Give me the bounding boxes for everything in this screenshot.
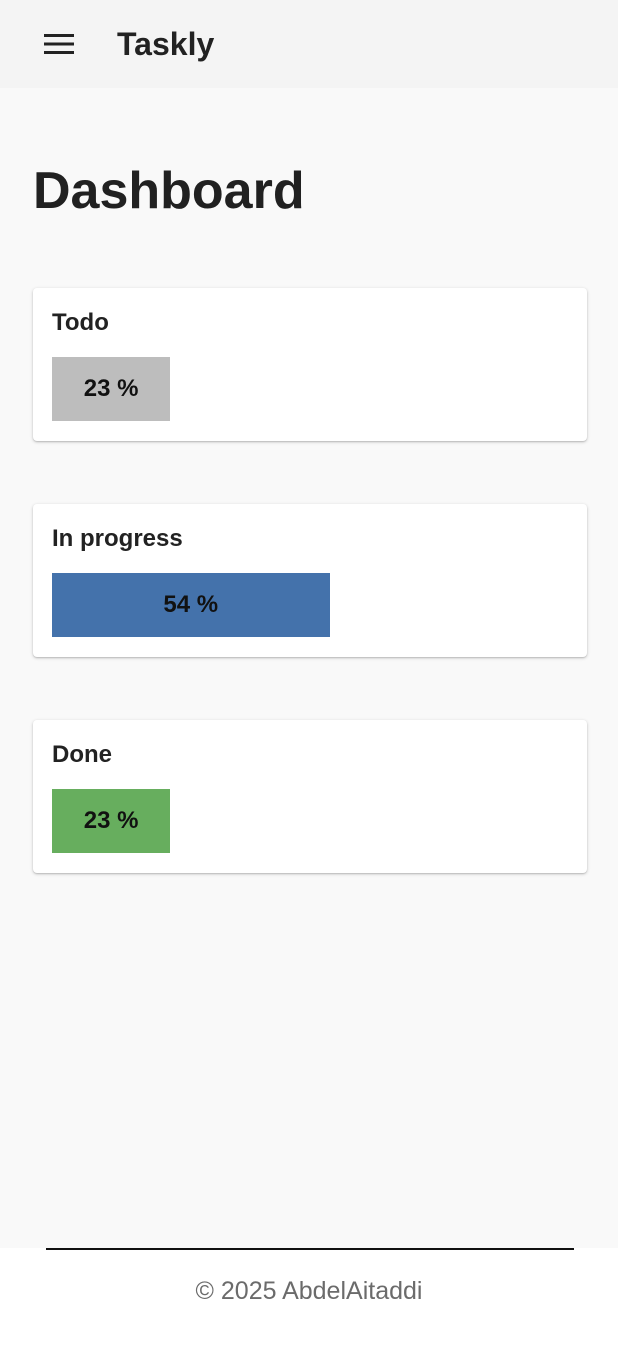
card-title: In progress — [52, 525, 183, 552]
progress-label: 54 % — [163, 591, 219, 618]
todo-progress-bar: 23 % — [52, 357, 171, 421]
done-card: Done 23 % — [33, 720, 587, 873]
in-progress-progress-bar: 54 % — [52, 573, 330, 637]
card-title: Done — [52, 741, 112, 768]
menu-icon — [44, 34, 74, 54]
done-progress-bar: 23 % — [52, 789, 171, 853]
progress-label: 23 % — [83, 807, 139, 834]
app-bar: Taskly — [0, 0, 618, 88]
app-title: Taskly — [117, 26, 215, 62]
progress-track: 23 % — [52, 789, 566, 853]
in-progress-card: In progress 54 % — [33, 504, 587, 657]
page-title: Dashboard — [33, 162, 305, 220]
progress-label: 23 % — [83, 375, 139, 402]
card-title: Todo — [52, 309, 109, 336]
progress-track: 23 % — [52, 357, 566, 421]
footer-divider — [46, 1248, 574, 1250]
footer: © 2025 AbdelAitaddi — [0, 1248, 618, 1362]
progress-track: 54 % — [52, 573, 566, 637]
todo-card: Todo 23 % — [33, 288, 587, 441]
menu-button[interactable] — [38, 28, 80, 60]
footer-copyright: © 2025 AbdelAitaddi — [195, 1277, 423, 1305]
